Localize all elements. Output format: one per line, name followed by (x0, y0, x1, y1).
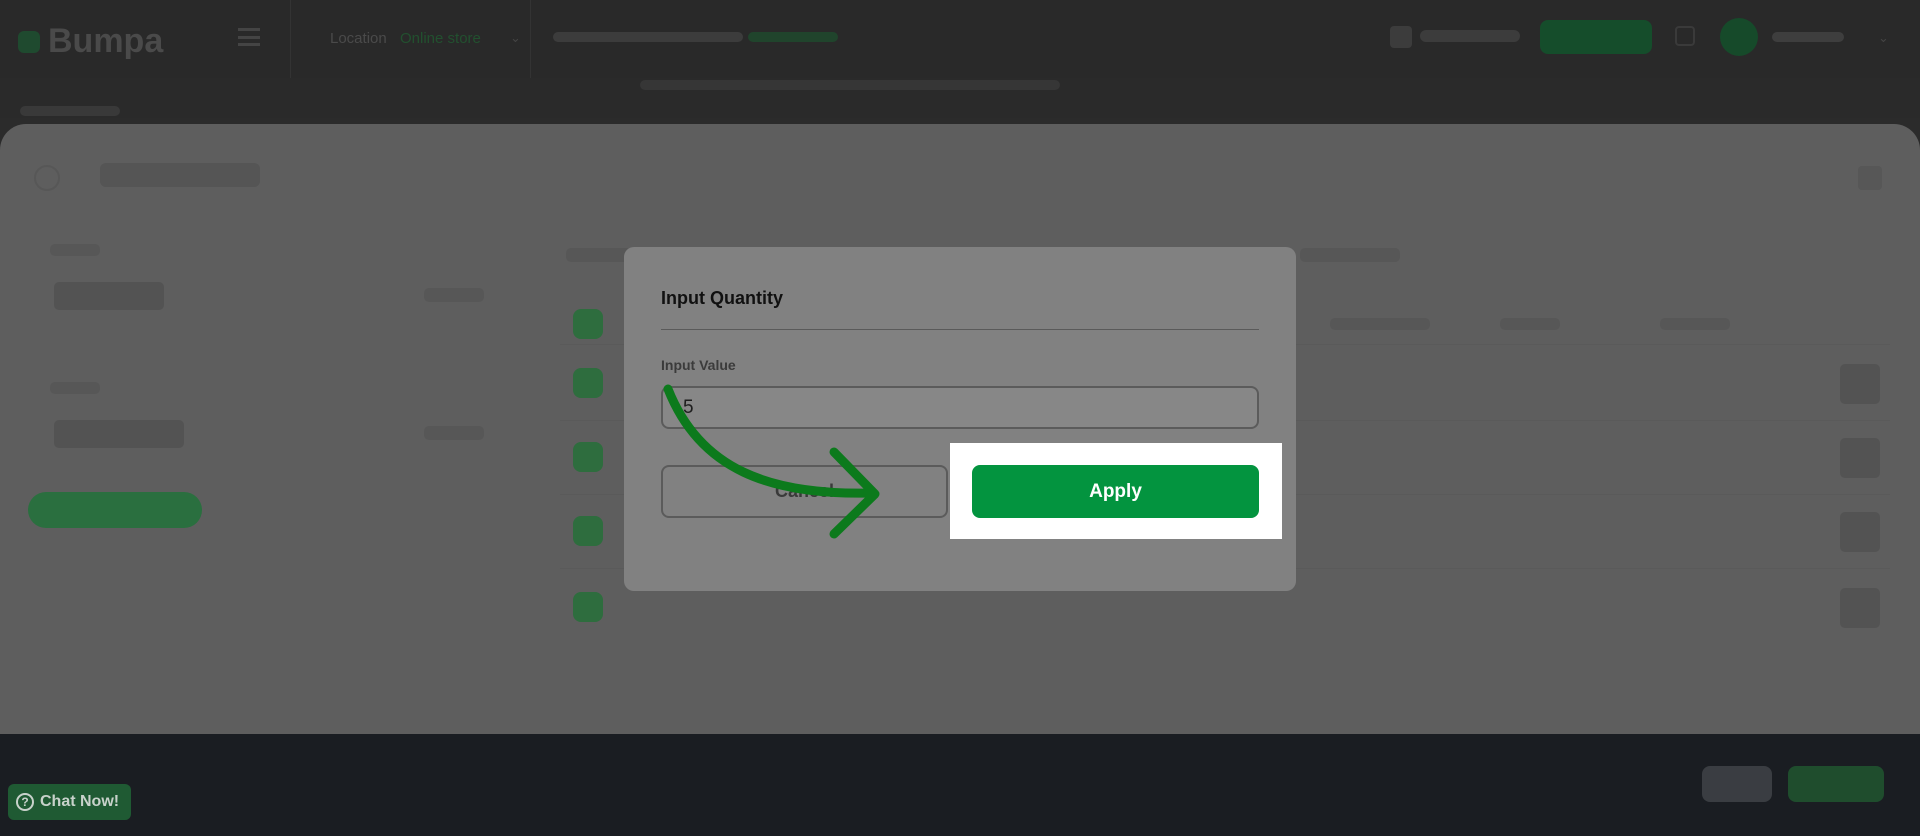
store-link[interactable] (748, 32, 838, 42)
chat-now-label: Chat Now! (40, 793, 120, 810)
store-link-text (553, 32, 743, 42)
row-checkbox[interactable] (573, 592, 603, 622)
cancel-button[interactable]: Cancel (661, 465, 948, 518)
sheet-title (100, 163, 260, 187)
info-notice (640, 80, 1060, 90)
table-toolbar-link[interactable] (1300, 248, 1400, 262)
close-icon[interactable] (1858, 166, 1882, 190)
user-name (1772, 32, 1844, 42)
option-label (50, 244, 100, 256)
point-of-sale-link[interactable] (1420, 30, 1520, 42)
row-checkbox[interactable] (573, 442, 603, 472)
logo-icon (18, 30, 40, 53)
chevron-down-icon[interactable]: ⌄ (1878, 30, 1889, 46)
location-selector[interactable]: Online store (400, 30, 481, 47)
avatar[interactable] (1720, 18, 1758, 56)
input-value-field[interactable] (661, 386, 1259, 429)
menu-icon[interactable] (238, 28, 260, 46)
chevron-down-icon[interactable]: ⌄ (510, 30, 521, 46)
divider (290, 0, 291, 78)
option-actions[interactable] (424, 288, 484, 302)
location-label: Location (330, 30, 387, 47)
dialog-divider (661, 329, 1259, 330)
option-label (50, 382, 100, 394)
column-header (1330, 318, 1430, 330)
select-all-checkbox[interactable] (573, 309, 603, 339)
row-action[interactable] (1840, 512, 1880, 552)
back-icon[interactable] (34, 165, 60, 191)
option-values (54, 282, 164, 310)
column-header (1500, 318, 1560, 330)
row-action[interactable] (1840, 588, 1880, 628)
row-action[interactable] (1840, 438, 1880, 478)
dialog-title: Input Quantity (661, 288, 783, 308)
notification-icon[interactable] (1675, 26, 1695, 46)
row-checkbox[interactable] (573, 516, 603, 546)
brand-logo[interactable]: Bumpa (18, 22, 163, 61)
footer-cancel-button[interactable] (1702, 766, 1772, 802)
help-icon: ? (16, 793, 34, 811)
footer-save-button[interactable] (1788, 766, 1884, 802)
row-action[interactable] (1840, 364, 1880, 404)
option-actions[interactable] (424, 426, 484, 440)
row-checkbox[interactable] (573, 368, 603, 398)
input-value-label: Input Value (661, 357, 736, 373)
divider (530, 0, 531, 78)
brand-name: Bumpa (48, 22, 164, 60)
sheet-footer (0, 734, 1920, 836)
apply-button[interactable]: Apply (972, 465, 1259, 518)
new-order-button[interactable] (1540, 20, 1652, 54)
add-option-button[interactable] (28, 492, 202, 528)
chat-now-button[interactable]: ? Chat Now! (8, 784, 131, 820)
column-header (1660, 318, 1730, 330)
breadcrumb (20, 106, 120, 116)
option-values (54, 420, 184, 448)
point-of-sale-icon[interactable] (1390, 26, 1412, 48)
